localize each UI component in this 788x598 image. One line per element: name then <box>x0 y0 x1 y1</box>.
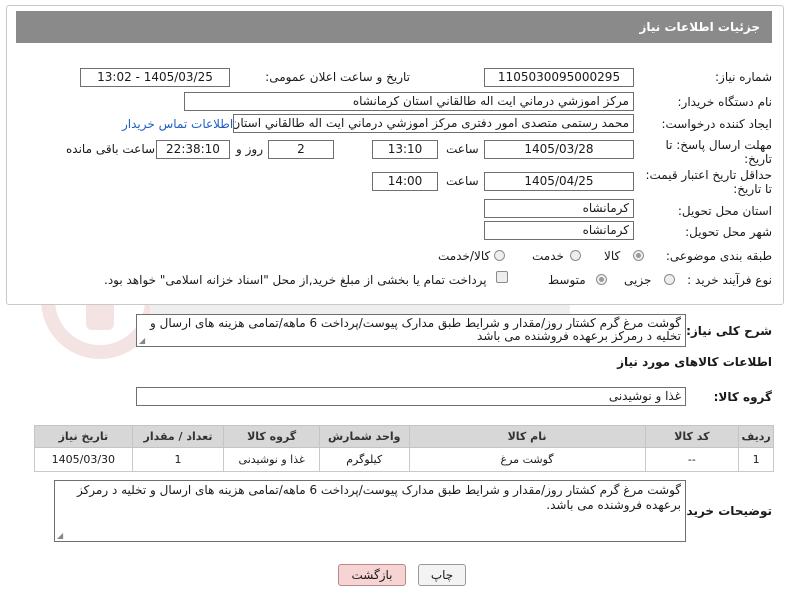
table-row: 1 -- گوشت مرغ کیلوگرم غذا و نوشیدنی 1 14… <box>34 447 774 472</box>
requester-field[interactable]: محمد رستمی متصدی امور دفتری مرکز اموزشي … <box>233 114 634 133</box>
requester-label: ایجاد کننده درخواست: <box>661 117 772 131</box>
description-text: گوشت مرغ گرم کشتار روز/مقدار و شرایط طبق… <box>150 316 681 343</box>
goods-group-field[interactable]: غذا و نوشیدنی <box>136 387 686 406</box>
category-radio-goods[interactable] <box>633 250 644 261</box>
price-validity-label-line2: تا تاریخ: <box>733 182 772 196</box>
price-time-word: ساعت <box>446 174 479 188</box>
deadline-label-line2: تاریخ: <box>744 152 772 166</box>
notes-resize-handle-icon[interactable]: ◢ <box>57 532 63 540</box>
price-validity-time-field[interactable]: 14:00 <box>372 172 438 191</box>
price-validity-label-line1: حداقل تاریخ اعتبار قیمت: <box>645 168 772 182</box>
deadline-date-field[interactable]: 1405/03/28 <box>484 140 634 159</box>
deadline-label-line1: مهلت ارسال پاسخ: تا <box>665 138 772 152</box>
treasury-payment-note: پرداخت تمام یا بخشی از مبلغ خرید,از محل … <box>104 273 487 287</box>
need-number-field[interactable]: 1105030095000295 <box>484 68 634 87</box>
category-option-goods-service: کالا/خدمت <box>438 249 491 263</box>
goods-table-header: ردیف کد کالا نام کالا واحد شمارش گروه کا… <box>34 425 774 448</box>
cell-qty: 1 <box>131 447 225 472</box>
announce-label: تاریخ و ساعت اعلان عمومی: <box>265 70 410 84</box>
deadline-time-word: ساعت <box>446 142 479 156</box>
description-label: شرح کلی نیاز: <box>686 324 772 338</box>
goods-section-title: اطلاعات کالاهای مورد نیاز <box>617 355 772 369</box>
process-radio-minor[interactable] <box>664 274 675 285</box>
buyer-notes-textarea[interactable]: گوشت مرغ گرم کشتار روز/مقدار و شرایط طبق… <box>54 480 686 542</box>
goods-group-label: گروه کالا: <box>713 390 772 404</box>
col-header-name: نام کالا <box>408 425 646 448</box>
process-option-minor: جزیی <box>624 273 652 287</box>
cell-group: غذا و نوشیدنی <box>223 447 320 472</box>
back-button[interactable]: بازگشت <box>338 564 406 586</box>
category-radio-service[interactable] <box>570 250 581 261</box>
print-button[interactable]: چاپ <box>418 564 466 586</box>
panel-title: جزئیات اطلاعات نیاز <box>16 11 772 43</box>
buyer-org-field[interactable]: مرکز اموزشي درماني ايت اله طالقاني استان… <box>184 92 634 111</box>
process-label: نوع فرآیند خرید : <box>687 273 772 287</box>
province-field[interactable]: کرمانشاه <box>484 199 634 218</box>
resize-handle-icon[interactable]: ◢ <box>139 337 145 345</box>
col-header-date: تاریخ نیاز <box>34 425 133 448</box>
remaining-time-field[interactable]: 22:38:10 <box>156 140 230 159</box>
description-textarea[interactable]: گوشت مرغ گرم کشتار روز/مقدار و شرایط طبق… <box>136 314 686 347</box>
col-header-unit: واحد شمارش <box>318 425 410 448</box>
col-header-group: گروه کالا <box>223 425 320 448</box>
city-field[interactable]: کرمانشاه <box>484 221 634 240</box>
city-label: شهر محل تحویل: <box>685 225 772 239</box>
province-label: استان محل تحویل: <box>677 204 772 218</box>
need-number-label: شماره نیاز: <box>715 70 772 84</box>
price-validity-date-field[interactable]: 1405/04/25 <box>484 172 634 191</box>
treasury-payment-checkbox[interactable] <box>496 271 508 283</box>
remaining-days-field[interactable]: 2 <box>268 140 334 159</box>
category-option-goods: کالا <box>604 249 621 263</box>
days-word: روز و <box>236 142 263 156</box>
buyer-notes-text: گوشت مرغ گرم کشتار روز/مقدار و شرایط طبق… <box>76 483 681 512</box>
cell-unit: کیلوگرم <box>318 447 410 472</box>
process-radio-medium[interactable] <box>596 274 607 285</box>
buyer-org-label: نام دستگاه خریدار: <box>677 95 773 109</box>
category-radio-goods-service[interactable] <box>494 250 505 261</box>
cell-row: 1 <box>738 447 774 472</box>
category-option-service: خدمت <box>532 249 564 263</box>
cell-name: گوشت مرغ <box>408 447 646 472</box>
col-header-row: ردیف <box>738 425 774 448</box>
cell-date: 1405/03/30 <box>34 447 133 472</box>
announce-datetime-field[interactable]: 1405/03/25 - 13:02 <box>80 68 230 87</box>
goods-table: ردیف کد کالا نام کالا واحد شمارش گروه کا… <box>34 425 774 472</box>
remaining-word: ساعت باقی مانده <box>66 142 156 156</box>
col-header-code: کد کالا <box>644 425 740 448</box>
buyer-contact-link[interactable]: اطلاعات تماس خریدار <box>122 117 233 131</box>
category-label: طبقه بندی موضوعی: <box>665 249 772 263</box>
cell-code: -- <box>644 447 740 472</box>
col-header-qty: تعداد / مقدار <box>131 425 225 448</box>
process-option-medium: متوسط <box>548 273 586 287</box>
deadline-time-field[interactable]: 13:10 <box>372 140 438 159</box>
